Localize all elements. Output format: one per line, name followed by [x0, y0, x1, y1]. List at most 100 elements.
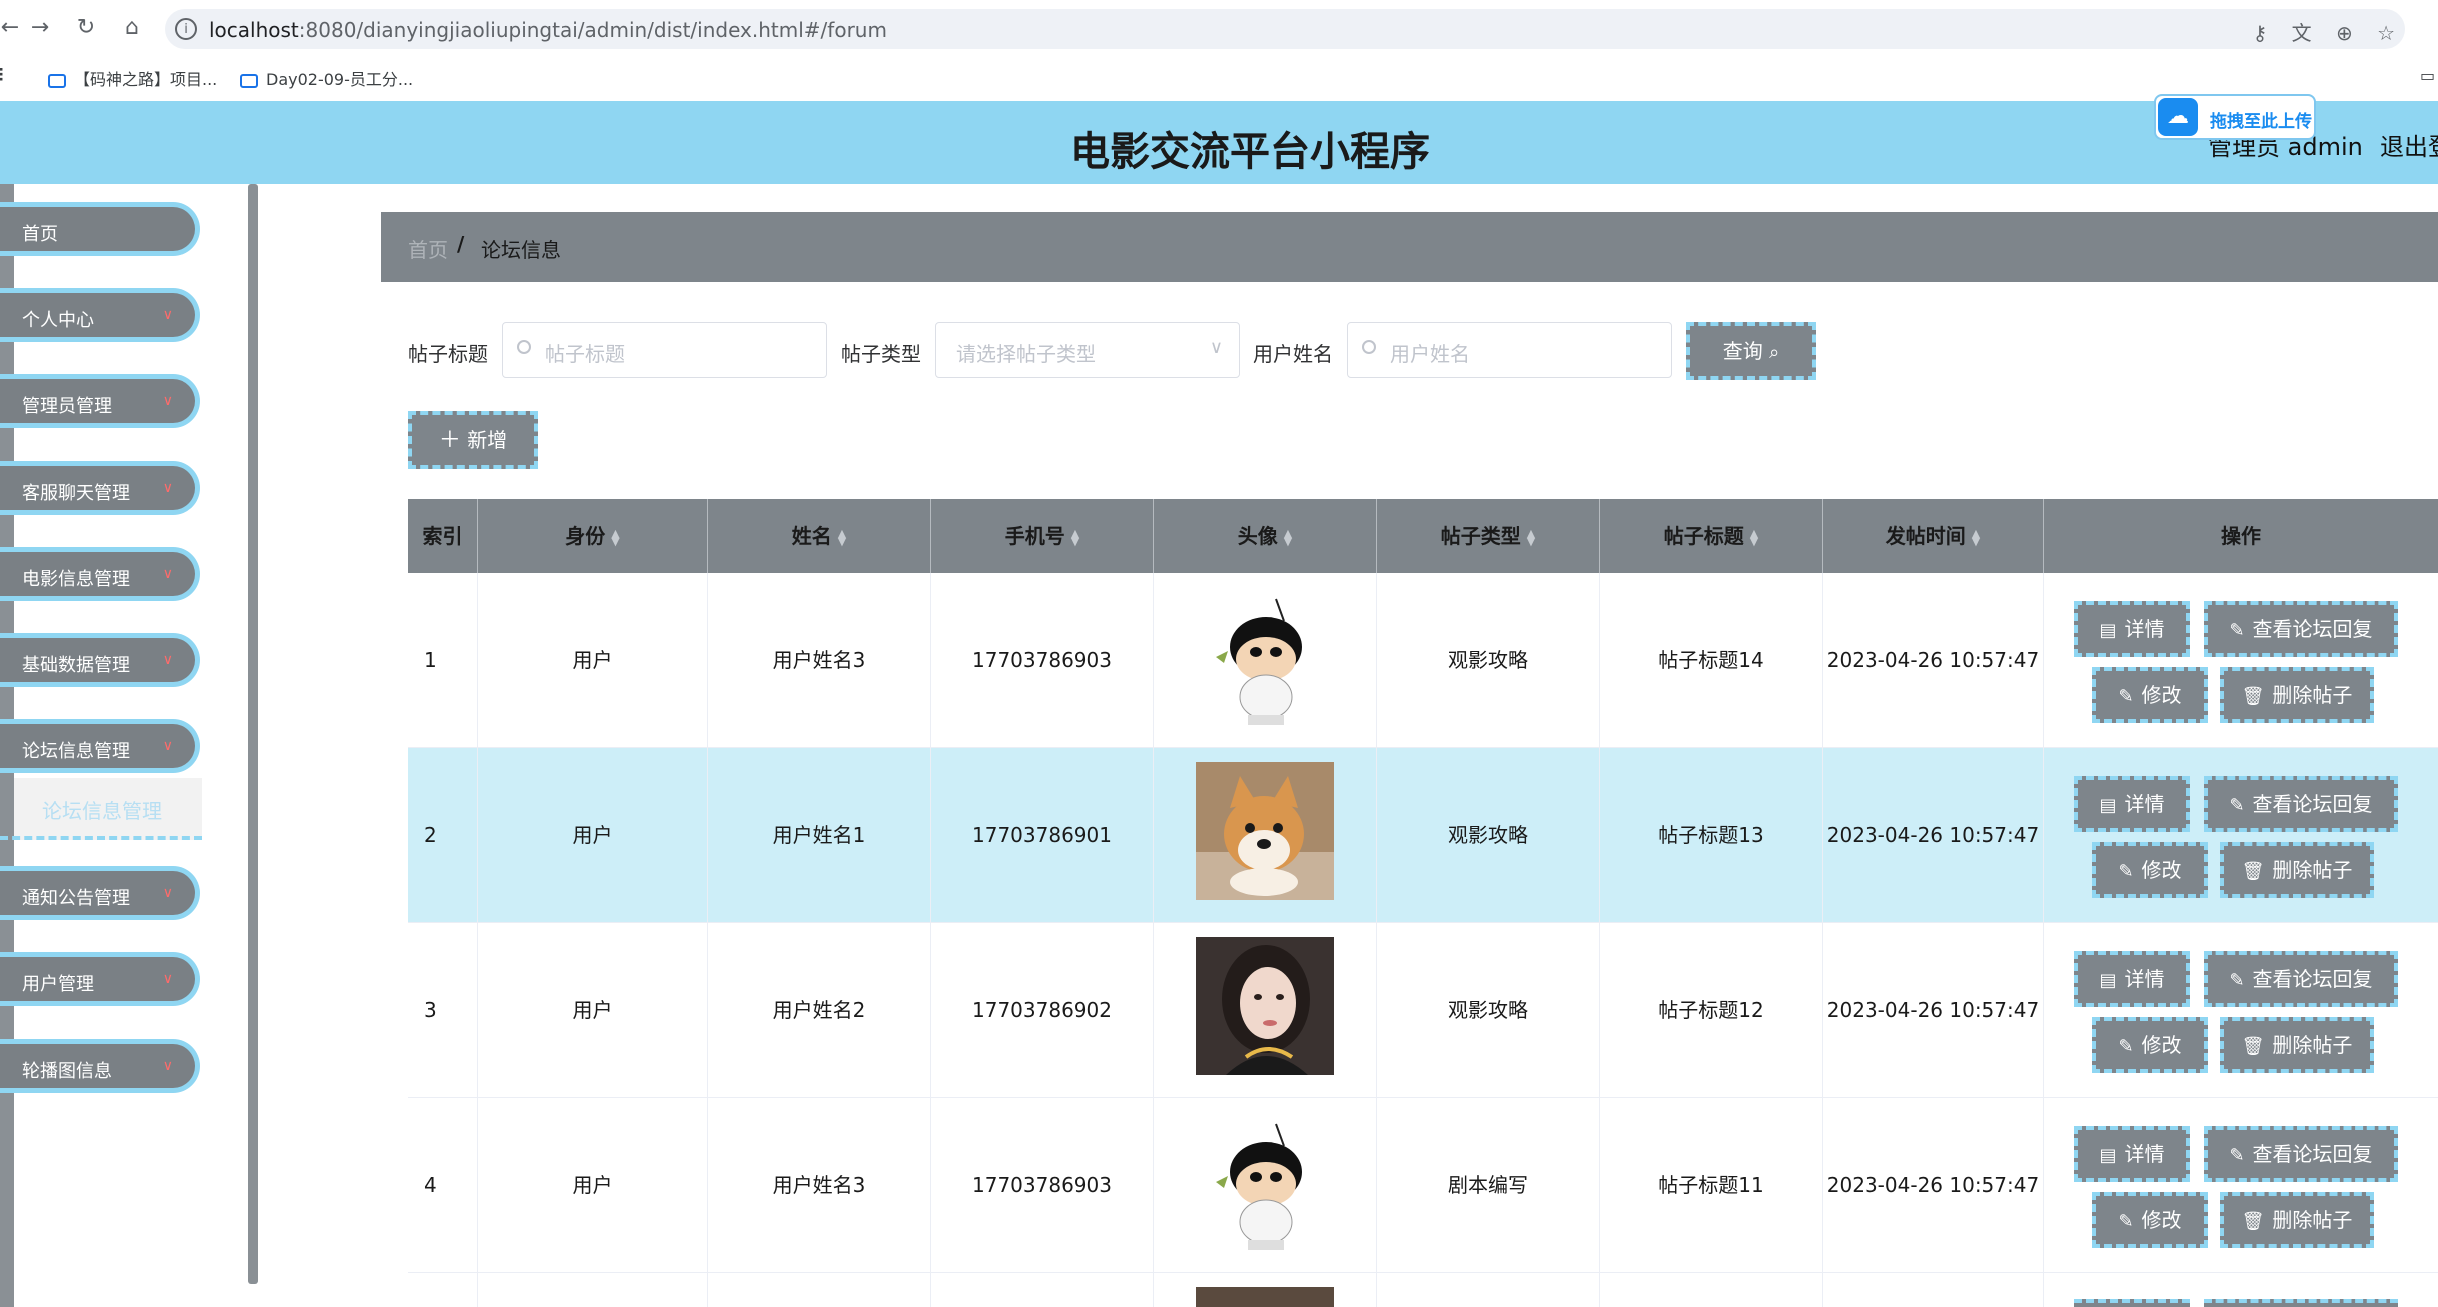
- column-header[interactable]: 发帖时间 ▲ ▼: [1823, 499, 2044, 573]
- key-icon[interactable]: ⚷: [2253, 21, 2268, 45]
- type-select[interactable]: 请选择帖子类型 ∨: [935, 322, 1240, 378]
- column-header-label: 头像: [1237, 524, 1278, 548]
- view-replies-button[interactable]: ✎ 查看论坛回复: [2204, 1126, 2398, 1182]
- input-placeholder: 帖子标题: [545, 342, 625, 366]
- bookmark-star-icon[interactable]: ☆: [2377, 21, 2395, 45]
- cell-avatar: [1154, 573, 1377, 748]
- sort-icon[interactable]: ▲ ▼: [611, 528, 619, 547]
- delete-button[interactable]: 🗑 删除帖子: [2220, 842, 2374, 898]
- edit-button[interactable]: ✎ 修改: [2092, 1192, 2208, 1248]
- reload-icon[interactable]: ↻: [70, 12, 102, 44]
- column-header[interactable]: 姓名 ▲ ▼: [708, 499, 931, 573]
- sort-icon[interactable]: ▲ ▼: [1527, 528, 1535, 547]
- view-replies-button[interactable]: [2204, 1299, 2398, 1307]
- site-info-icon[interactable]: i: [175, 18, 197, 40]
- button-label: 删除帖子: [2272, 1208, 2353, 1232]
- upload-dropzone[interactable]: ☁ 拖拽至此上传: [2154, 94, 2316, 140]
- detail-button[interactable]: ▤ 详情: [2074, 776, 2190, 832]
- column-header[interactable]: 头像 ▲ ▼: [1154, 499, 1377, 573]
- avatar-shiba-dog[interactable]: [1196, 762, 1334, 900]
- sidebar-scrollbar[interactable]: [248, 184, 258, 1284]
- user-search-input[interactable]: 用户姓名: [1347, 322, 1672, 378]
- edit-button[interactable]: ✎ 修改: [2092, 842, 2208, 898]
- cell-time: 2023-04-26 10:57:47: [1823, 748, 2044, 923]
- avatar-image[interactable]: [1196, 1287, 1334, 1307]
- type-filter-label: 帖子类型: [841, 342, 921, 366]
- button-label: 修改: [2141, 683, 2182, 707]
- detail-button[interactable]: [2074, 1299, 2190, 1307]
- view-replies-button[interactable]: ✎ 查看论坛回复: [2204, 776, 2398, 832]
- cell-title: 帖子标题13: [1600, 748, 1823, 923]
- column-header-label: 姓名: [791, 524, 832, 548]
- back-icon[interactable]: ←: [0, 12, 26, 44]
- sort-icon[interactable]: ▲ ▼: [838, 528, 846, 547]
- delete-button[interactable]: 🗑 删除帖子: [2220, 667, 2374, 723]
- add-button[interactable]: ＋ 新增: [408, 411, 538, 469]
- sort-icon[interactable]: ▲ ▼: [1750, 528, 1758, 547]
- sidebar-item-notices[interactable]: 通知公告管理 ∨: [0, 866, 200, 920]
- column-header[interactable]: 身份 ▲ ▼: [478, 499, 708, 573]
- submenu-rail: [0, 778, 14, 840]
- sidebar-item-carousel[interactable]: 轮播图信息 ∨: [0, 1039, 200, 1093]
- bookmark-label: 【码神之路】项目...: [74, 70, 218, 89]
- submenu-item-forum-manage[interactable]: 论坛信息管理: [0, 778, 202, 840]
- button-label: 修改: [2141, 1208, 2182, 1232]
- sidebar-item-admins[interactable]: 管理员管理 ∨: [0, 374, 200, 428]
- column-header: 操作: [2044, 499, 2438, 573]
- sort-icon[interactable]: ▲ ▼: [1284, 528, 1292, 547]
- column-header-label: 帖子类型: [1440, 524, 1521, 548]
- sidebar-item-forum[interactable]: 论坛信息管理 ∨: [0, 719, 200, 773]
- zoom-icon[interactable]: ⊕: [2336, 21, 2353, 45]
- detail-button[interactable]: ▤ 详情: [2074, 601, 2190, 657]
- all-bookmarks-icon[interactable]: ▭: [2420, 66, 2435, 85]
- logout-link[interactable]: 退出登: [2380, 127, 2438, 162]
- avatar-woman-portrait[interactable]: [1196, 937, 1334, 1075]
- trash-icon: 🗑: [2241, 686, 2265, 707]
- apps-icon[interactable]: ⠿: [0, 66, 5, 87]
- column-header[interactable]: 手机号 ▲ ▼: [931, 499, 1154, 573]
- delete-button[interactable]: 🗑 删除帖子: [2220, 1192, 2374, 1248]
- sidebar-item-movies[interactable]: 电影信息管理 ∨: [0, 547, 200, 601]
- cell-avatar: [1154, 748, 1377, 923]
- sidebar-item-home[interactable]: 首页: [0, 202, 200, 256]
- bookmarks-bar: ⠿ 【码神之路】项目... Day02-09-员工分... ▭: [0, 56, 2438, 100]
- view-replies-button[interactable]: ✎ 查看论坛回复: [2204, 601, 2398, 657]
- detail-button[interactable]: ▤ 详情: [2074, 1126, 2190, 1182]
- url-text[interactable]: localhost:8080/dianyingjiaoliupingtai/ad…: [209, 18, 887, 42]
- cell-time: 2023-04-26 10:57:47: [1823, 1098, 2044, 1273]
- avatar-cartoon-boy[interactable]: [1196, 1122, 1334, 1260]
- column-header[interactable]: 帖子标题 ▲ ▼: [1600, 499, 1823, 573]
- table-row: 4 用户 用户姓名3 17703786903 剧本编写 帖子标题11 2023-…: [408, 1098, 2438, 1273]
- view-replies-button[interactable]: ✎ 查看论坛回复: [2204, 951, 2398, 1007]
- sidebar-item-label: 电影信息管理: [22, 569, 130, 590]
- column-header-label: 索引: [422, 524, 463, 548]
- sidebar-item-chat[interactable]: 客服聊天管理 ∨: [0, 461, 200, 515]
- cell-time: 2023-04-26 10:57:47: [1823, 573, 2044, 748]
- bookmark-item[interactable]: Day02-09-员工分...: [240, 66, 413, 90]
- button-label: 删除帖子: [2272, 683, 2353, 707]
- address-bar[interactable]: i localhost:8080/dianyingjiaoliupingtai/…: [165, 9, 2405, 49]
- button-label: 修改: [2141, 858, 2182, 882]
- edit-icon: ✎: [2118, 1036, 2134, 1057]
- title-search-input[interactable]: 帖子标题: [502, 322, 827, 378]
- home-icon[interactable]: ⌂: [116, 12, 148, 44]
- sidebar-item-users[interactable]: 用户管理 ∨: [0, 952, 200, 1006]
- edit-button[interactable]: ✎ 修改: [2092, 667, 2208, 723]
- forward-icon[interactable]: →: [24, 12, 56, 44]
- sidebar-item-base-data[interactable]: 基础数据管理 ∨: [0, 633, 200, 687]
- sort-icon[interactable]: ▲ ▼: [1071, 528, 1079, 547]
- cell-phone: 17703786903: [931, 1098, 1154, 1273]
- query-button[interactable]: 查询 ⌕: [1686, 322, 1816, 380]
- detail-button[interactable]: ▤ 详情: [2074, 951, 2190, 1007]
- delete-button[interactable]: 🗑 删除帖子: [2220, 1017, 2374, 1073]
- chevron-down-icon: ∨: [162, 738, 173, 754]
- edit-button[interactable]: ✎ 修改: [2092, 1017, 2208, 1073]
- sidebar-item-profile[interactable]: 个人中心 ∨: [0, 288, 200, 342]
- cell-index: 4: [408, 1098, 478, 1273]
- translate-icon[interactable]: 文: [2292, 17, 2312, 46]
- column-header[interactable]: 帖子类型 ▲ ▼: [1377, 499, 1600, 573]
- bookmark-item[interactable]: 【码神之路】项目...: [48, 66, 217, 90]
- sort-icon[interactable]: ▲ ▼: [1972, 528, 1980, 547]
- breadcrumb-home[interactable]: 首页: [408, 234, 448, 263]
- avatar-cartoon-boy[interactable]: [1196, 597, 1334, 735]
